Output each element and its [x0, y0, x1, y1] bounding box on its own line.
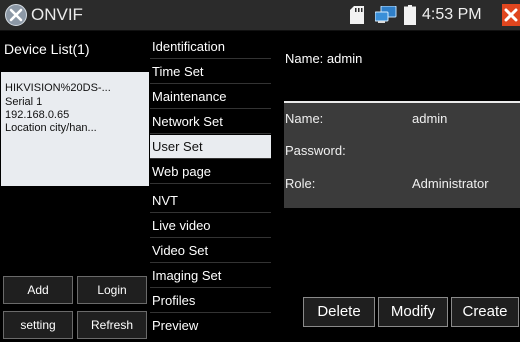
menu-item-time-set[interactable]: Time Set	[150, 60, 271, 84]
menu-item-video-set[interactable]: Video Set	[150, 239, 271, 263]
device-list-panel: Device List(1) HIKVISION%20DS-... Serial…	[0, 31, 150, 342]
role-value: Administrator	[412, 176, 489, 191]
name-value: admin	[412, 111, 448, 126]
modify-button[interactable]: Modify	[378, 297, 448, 327]
menu-item-live-video[interactable]: Live video	[150, 214, 271, 238]
login-button[interactable]: Login	[77, 276, 147, 304]
menu-item-profiles[interactable]: Profiles	[150, 289, 271, 313]
user-details-row[interactable]: Name: admin Password: Role: Administrato…	[284, 101, 520, 208]
delete-button[interactable]: Delete	[303, 297, 375, 327]
name-label: Name:	[285, 111, 324, 126]
menu-item-nvt[interactable]: NVT	[150, 189, 271, 213]
menu-item-network-set[interactable]: Network Set	[150, 110, 271, 134]
device-serial: Serial 1	[5, 96, 43, 108]
menu-item-identification[interactable]: Identification	[150, 35, 271, 59]
onvif-logo-icon	[5, 4, 27, 26]
menu-item-maintenance[interactable]: Maintenance	[150, 85, 271, 109]
refresh-button[interactable]: Refresh	[77, 311, 147, 339]
create-button[interactable]: Create	[451, 297, 519, 327]
close-icon	[504, 8, 518, 22]
password-label: Password:	[285, 143, 346, 158]
app-title: ONVIF	[31, 5, 83, 24]
status-bar: ONVIF 4:53 PM	[0, 0, 520, 31]
battery-icon	[404, 5, 416, 30]
device-location: Location city/han...	[5, 122, 97, 134]
sd-card-icon	[350, 6, 364, 29]
device-list-title: Device List(1)	[4, 41, 90, 57]
menu-item-web-page[interactable]: Web page	[150, 160, 271, 184]
add-button[interactable]: Add	[3, 276, 73, 304]
network-icon	[374, 5, 397, 29]
current-user-name: Name: admin	[285, 51, 363, 66]
menu-item-user-set[interactable]: User Set	[150, 135, 271, 159]
menu-item-imaging-set[interactable]: Imaging Set	[150, 264, 271, 288]
settings-menu: Identification Time Set Maintenance Netw…	[150, 31, 272, 342]
device-name: HIKVISION%20DS-...	[5, 82, 111, 94]
menu-item-preview[interactable]: Preview	[150, 314, 271, 338]
device-ip: 192.168.0.65	[5, 109, 70, 121]
device-list-item[interactable]: HIKVISION%20DS-... Serial 1 192.168.0.65…	[1, 72, 149, 186]
clock-time: 4:53 PM	[422, 6, 482, 23]
user-settings-panel: Name: admin Name: admin Password: Role: …	[272, 31, 520, 342]
role-label: Role:	[285, 176, 316, 191]
close-button[interactable]	[502, 4, 520, 26]
setting-button[interactable]: setting	[3, 311, 73, 339]
